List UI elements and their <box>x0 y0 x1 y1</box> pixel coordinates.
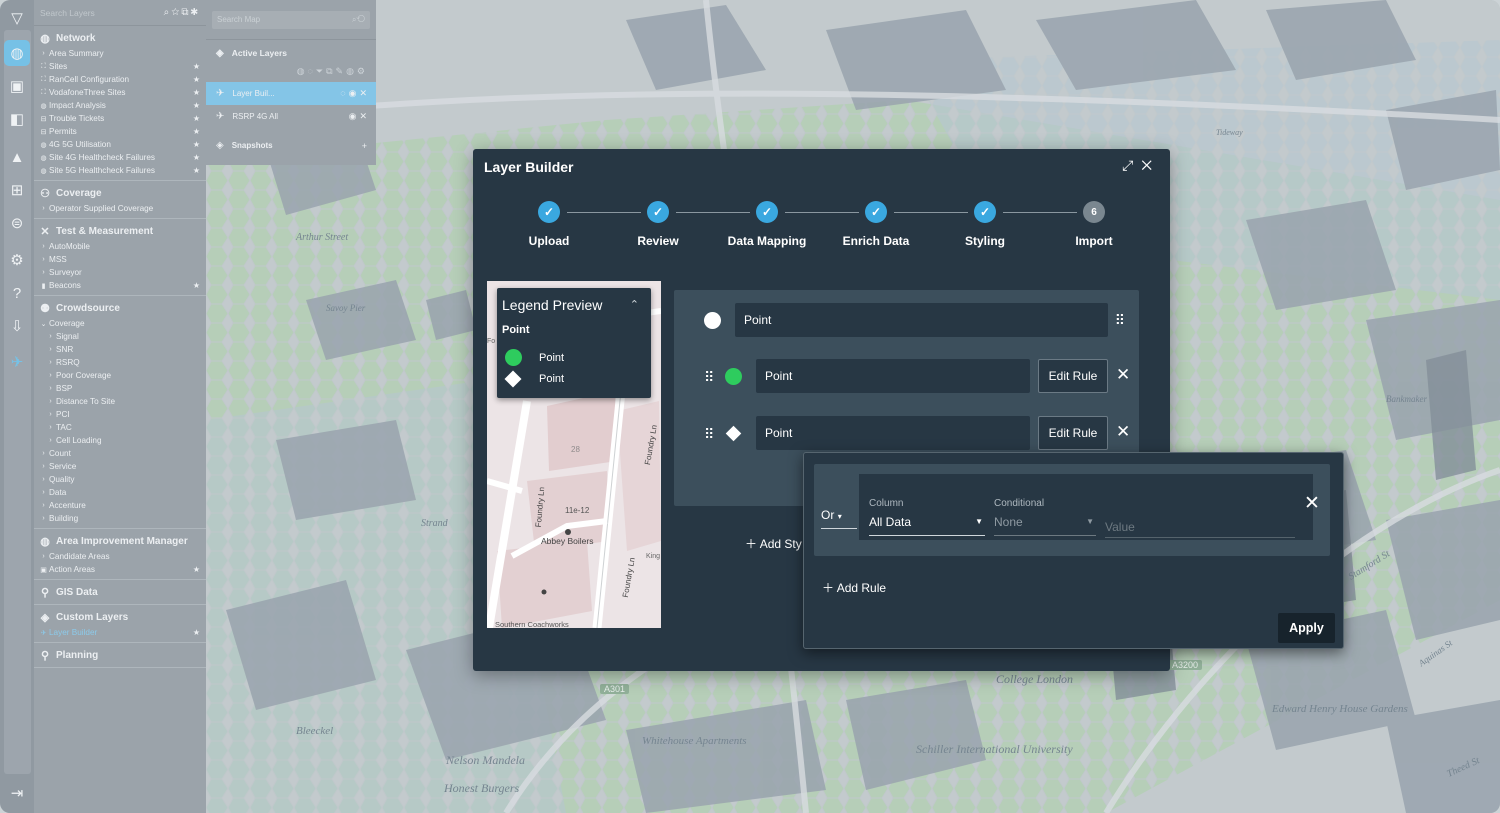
conditional-select[interactable]: None ▼ <box>994 515 1096 536</box>
legend-preview-map: 28 11e-12 Abbey Boilers King Fo Foundry … <box>487 281 661 628</box>
column-select[interactable]: All Data ▼ <box>869 515 985 536</box>
edit-rule-button[interactable]: Edit Rule <box>1038 359 1108 393</box>
step-label: Enrich Data <box>842 234 910 248</box>
svg-text:King: King <box>646 553 660 560</box>
caret-down-icon: ▼ <box>975 517 983 526</box>
check-icon: ✓ <box>538 201 560 223</box>
svg-text:Fo: Fo <box>487 338 495 345</box>
window-controls: ⤢✕ <box>1122 157 1160 174</box>
svg-text:11e-12: 11e-12 <box>565 506 590 515</box>
rule-name-input[interactable]: Point <box>756 416 1030 450</box>
legend-title: Legend Preview <box>502 297 603 313</box>
plus-icon: ＋ <box>822 581 835 595</box>
svg-text:Abbey Boilers: Abbey Boilers <box>541 536 593 546</box>
column-label: Column <box>869 498 904 509</box>
close-icon[interactable]: ✕ <box>1116 422 1130 442</box>
svg-text:Southern Coachworks: Southern Coachworks <box>495 620 569 628</box>
expand-icon[interactable]: ⤢ <box>1122 157 1141 173</box>
column-value: All Data <box>869 515 912 529</box>
default-style-row: Point ⠿ <box>674 303 1139 337</box>
legend-item-label: Point <box>539 351 565 364</box>
drag-handle-icon[interactable]: ⠿ <box>704 426 714 443</box>
close-icon[interactable]: ✕ <box>1304 492 1320 515</box>
check-icon: ✓ <box>756 201 778 223</box>
white-diamond-icon[interactable] <box>725 425 742 442</box>
check-icon: ✓ <box>974 201 996 223</box>
step-label: Styling <box>964 234 1005 248</box>
rule-name-input[interactable]: Point <box>756 359 1030 393</box>
step-upload[interactable]: ✓ Upload <box>489 201 609 248</box>
conditional-value: None <box>994 515 1023 529</box>
step-styling[interactable]: ✓ Styling <box>925 201 1045 248</box>
rule-row: ⠿ Point Edit Rule ✕ <box>674 359 1139 393</box>
caret-down-icon: ▾ <box>837 512 842 521</box>
joiner-value: Or <box>821 508 835 522</box>
stepper: ✓ Upload ✓ Review ✓ Data Mapping ✓ Enrich Da… <box>473 201 1170 261</box>
legend-group: Point <box>502 324 530 336</box>
step-label: Upload <box>528 234 570 248</box>
step-number: 6 <box>1083 201 1105 223</box>
rule-row: ⠿ Point Edit Rule ✕ <box>674 416 1139 450</box>
style-name-input[interactable]: Point <box>735 303 1108 337</box>
step-label: Import <box>1075 234 1113 248</box>
step-label: Data Mapping <box>727 234 807 248</box>
edit-rule-button[interactable]: Edit Rule <box>1038 416 1108 450</box>
add-rule-button[interactable]: ＋ Add Rule <box>822 579 886 596</box>
value-input[interactable]: Value <box>1105 520 1295 538</box>
check-icon: ✓ <box>647 201 669 223</box>
condition-row: Column All Data ▼ Conditional None ▼ Value <box>859 474 1313 540</box>
svg-text:28: 28 <box>571 445 580 454</box>
close-icon[interactable]: ✕ <box>1141 157 1160 173</box>
caret-down-icon: ▼ <box>1086 517 1094 526</box>
green-circle-icon[interactable] <box>725 368 742 385</box>
legend-item: Point <box>505 349 564 366</box>
legend-card: Legend Preview ⌃ Point Point Point <box>497 288 651 398</box>
apply-button[interactable]: Apply <box>1278 613 1335 643</box>
app-window: A301 A3200 Arthur Street Savoy Pier Stra… <box>0 0 1500 813</box>
add-rule-label: Add Rule <box>836 581 887 595</box>
step-data-mapping[interactable]: ✓ Data Mapping <box>707 201 827 248</box>
step-import[interactable]: 6 Import <box>1034 201 1154 248</box>
green-circle-icon <box>505 349 522 366</box>
drag-handle-icon[interactable]: ⠿ <box>704 369 714 386</box>
condition-group: Or ▾ Column All Data ▼ Conditional None ▼ … <box>814 464 1330 556</box>
check-icon: ✓ <box>865 201 887 223</box>
plus-icon: ＋ <box>745 537 758 551</box>
close-icon[interactable]: ✕ <box>1116 365 1130 385</box>
legend-item-label: Point <box>539 373 565 385</box>
white-diamond-icon <box>504 370 522 388</box>
dialog-title: Layer Builder <box>484 159 574 175</box>
drag-handle-icon[interactable]: ⠿ <box>1115 312 1125 329</box>
step-review[interactable]: ✓ Review <box>598 201 718 248</box>
step-label: Review <box>637 234 679 248</box>
white-circle-icon[interactable] <box>704 312 721 329</box>
joiner-select[interactable]: Or ▾ <box>821 508 857 529</box>
conditional-label: Conditional <box>994 498 1045 509</box>
step-enrich-data[interactable]: ✓ Enrich Data <box>816 201 936 248</box>
add-style-button[interactable]: ＋ Add Sty <box>745 535 802 552</box>
add-style-label: Add Sty <box>759 537 802 551</box>
legend-item: Point <box>504 370 565 388</box>
chevron-up-icon[interactable]: ⌃ <box>630 298 639 311</box>
rule-condition-popup: Or ▾ Column All Data ▼ Conditional None ▼ … <box>803 452 1344 649</box>
